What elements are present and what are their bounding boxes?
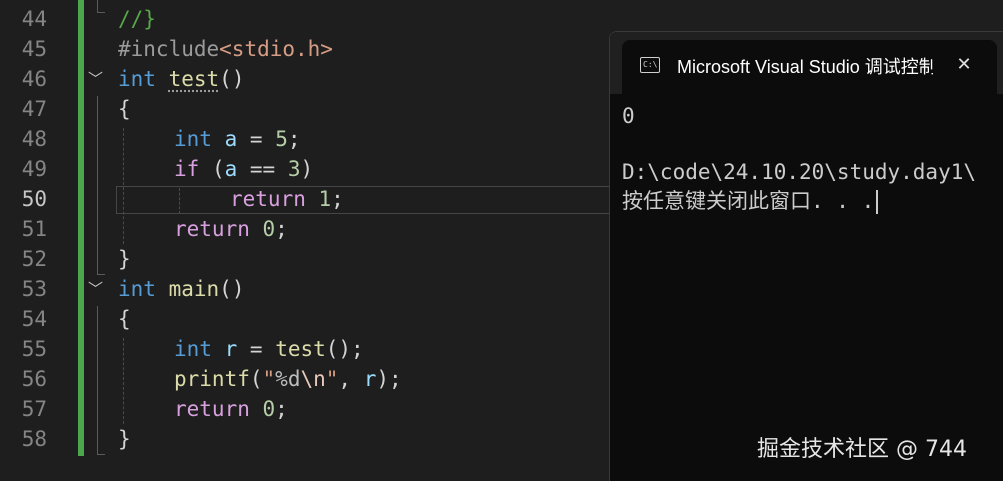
code-text: {	[118, 97, 131, 121]
indent-guide	[97, 454, 105, 455]
watermark: 掘金技术社区 @ 744	[757, 437, 967, 462]
console-prompt-text: 按任意键关闭此窗口. . .	[622, 189, 875, 213]
code-text: return 0;	[174, 397, 288, 421]
console-output-line: 0	[622, 104, 635, 128]
code-text: #include<stdio.h>	[118, 37, 333, 61]
line-number: 51	[21, 217, 47, 241]
line-number: 52	[21, 247, 47, 271]
line-number: 57	[21, 397, 47, 421]
code-text: printf("%d\n", r);	[174, 367, 402, 391]
code-text: {	[118, 307, 131, 331]
line-number: 58	[21, 427, 47, 451]
code-text: }	[118, 427, 131, 451]
line-number: 47	[21, 97, 47, 121]
code-text: int r = test();	[174, 337, 364, 361]
line-number: 53	[21, 277, 47, 301]
line-number: 55	[21, 337, 47, 361]
console-tab[interactable]: C:\ Microsoft Visual Studio 调试控制台 ✕	[622, 40, 997, 94]
terminal-icon: C:\	[640, 57, 660, 73]
console-output-line: D:\code\24.10.20\study.day1\	[622, 160, 977, 184]
code-text: int main()	[118, 277, 245, 301]
code-text: return 0;	[174, 217, 288, 241]
console-output-line: 按任意键关闭此窗口. . .	[622, 187, 879, 215]
code-text: }	[118, 247, 131, 271]
code-text: int a = 5;	[174, 127, 301, 151]
console-titlebar[interactable]: C:\ Microsoft Visual Studio 调试控制台 ✕	[610, 32, 1003, 94]
chevron-down-icon[interactable]: ﹀	[88, 64, 103, 94]
line-number: 44	[21, 7, 47, 31]
text-cursor	[876, 190, 879, 214]
line-number: 48	[21, 127, 47, 151]
line-number: 46	[21, 67, 47, 91]
code-text: int test()	[118, 67, 245, 91]
line-number: 50	[21, 187, 47, 211]
code-text: return 1;	[230, 187, 344, 211]
line-number: 54	[21, 307, 47, 331]
close-icon[interactable]: ✕	[952, 52, 976, 78]
line-number: 49	[21, 157, 47, 181]
line-number: 56	[21, 367, 47, 391]
chevron-down-icon[interactable]: ﹀	[88, 274, 103, 304]
code-text: //}	[118, 7, 156, 31]
line-number: 45	[21, 37, 47, 61]
code-line-44[interactable]: 44 //}	[0, 4, 1003, 34]
debug-console-window[interactable]: C:\ Microsoft Visual Studio 调试控制台 ✕ 0 D:…	[609, 31, 1003, 481]
tab-title: Microsoft Visual Studio 调试控制台	[677, 57, 933, 77]
code-text: if (a == 3)	[174, 157, 314, 181]
